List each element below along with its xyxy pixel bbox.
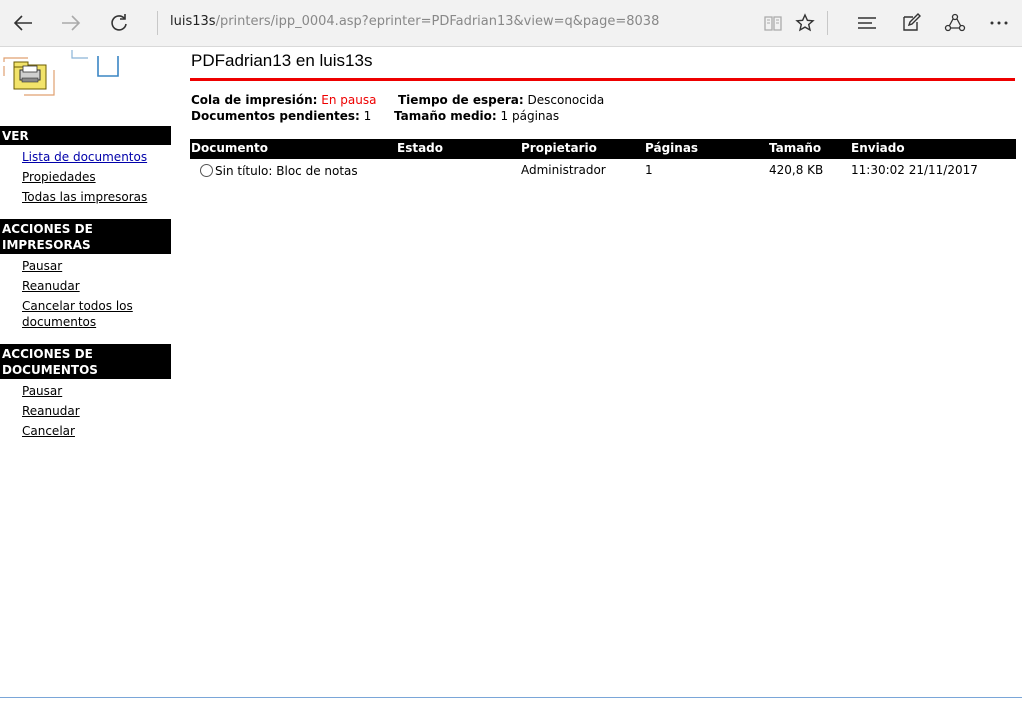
address-bar[interactable]: luis13s/printers/ipp_0004.asp?eprinter=P… [170,14,659,29]
col-document: Documento [191,141,269,155]
sidebar: VER Lista de documentos Propiedades Toda… [0,126,171,453]
col-sent: Enviado [851,141,905,155]
cell-size: 420,8 KB [769,163,824,177]
document-table: Documento Estado Propietario Páginas Tam… [190,139,1016,183]
queue-value: En pausa [321,93,377,107]
sidebar-section-printer-actions: ACCIONES DE IMPRESORAS [0,219,171,254]
book-icon [764,16,782,31]
printer-folder-logo [2,50,122,100]
hub-button[interactable] [853,9,881,37]
link-document-cancel[interactable]: Cancelar [22,423,171,439]
col-size: Tamaño [769,141,822,155]
printer-status-info: Cola de impresión: En pausa Tiempo de es… [190,92,1015,126]
link-all-printers[interactable]: Todas las impresoras [22,189,171,205]
wait-status: Tiempo de espera: Desconocida [398,92,604,108]
link-document-pause[interactable]: Pausar [22,383,171,399]
web-note-button[interactable] [897,9,925,37]
title-divider [190,78,1015,81]
cell-owner: Administrador [521,163,606,177]
wait-value: Desconocida [527,93,605,107]
link-document-resume[interactable]: Reanudar [22,403,171,419]
cell-document: Sin título: Bloc de notas [215,164,358,178]
ellipsis-icon [990,21,1008,25]
page-title: PDFadrian13 en luis13s [191,51,373,70]
sidebar-links-printer-actions: Pausar Reanudar Cancelar todos los docum… [0,254,171,344]
star-icon [795,13,815,32]
back-button[interactable] [9,9,37,37]
table-row[interactable]: Sin título: Bloc de notas Administrador … [190,159,1016,183]
more-button[interactable] [985,9,1013,37]
window-bottom-border [0,697,1022,698]
cell-sent: 11:30:02 21/11/2017 [851,163,978,177]
link-cancel-all-documents[interactable]: Cancelar todos los documentos [22,298,171,330]
col-status: Estado [397,141,444,155]
document-select-radio[interactable] [200,164,213,177]
forward-arrow-icon [62,15,81,31]
toolbar-separator [827,11,828,35]
refresh-icon [111,14,127,31]
sidebar-section-ver: VER [0,126,171,145]
forward-button[interactable] [57,9,85,37]
link-printer-resume[interactable]: Reanudar [22,278,171,294]
avg-label: Tamaño medio: [394,109,497,123]
queue-status: Cola de impresión: En pausa [191,92,376,108]
queue-label: Cola de impresión: [191,93,318,107]
share-icon [944,13,966,32]
reading-view-button[interactable] [759,9,787,37]
avg-value: 1 páginas [500,109,560,123]
refresh-button[interactable] [105,9,133,37]
pen-note-icon [903,13,921,31]
wait-label: Tiempo de espera: [398,93,524,107]
link-printer-pause[interactable]: Pausar [22,258,171,274]
cell-pages: 1 [645,163,653,177]
table-header: Documento Estado Propietario Páginas Tam… [190,139,1016,159]
main-content: PDFadrian13 en luis13s Cola de impresión… [190,50,1016,183]
pending-status: Documentos pendientes: 1 [191,108,371,124]
share-button[interactable] [941,9,969,37]
link-document-list[interactable]: Lista de documentos [22,149,171,165]
avg-size-status: Tamaño medio: 1 páginas [394,108,559,124]
hub-lines-icon [858,17,876,29]
pending-label: Documentos pendientes: [191,109,360,123]
sidebar-section-document-actions: ACCIONES DE DOCUMENTOS [0,344,171,379]
address-host: luis13s [170,14,216,29]
printer-folder-icon [3,50,119,96]
back-arrow-icon [13,15,32,31]
address-path: /printers/ipp_0004.asp?eprinter=PDFadria… [215,14,660,29]
sidebar-links-ver: Lista de documentos Propiedades Todas la… [0,145,171,219]
sidebar-links-document-actions: Pausar Reanudar Cancelar [0,379,171,453]
col-owner: Propietario [521,141,597,155]
address-separator [157,11,158,35]
browser-toolbar: luis13s/printers/ipp_0004.asp?eprinter=P… [0,0,1022,47]
col-pages: Páginas [645,141,699,155]
link-properties[interactable]: Propiedades [22,169,171,185]
pending-value: 1 [363,109,372,123]
favorite-button[interactable] [791,9,819,37]
